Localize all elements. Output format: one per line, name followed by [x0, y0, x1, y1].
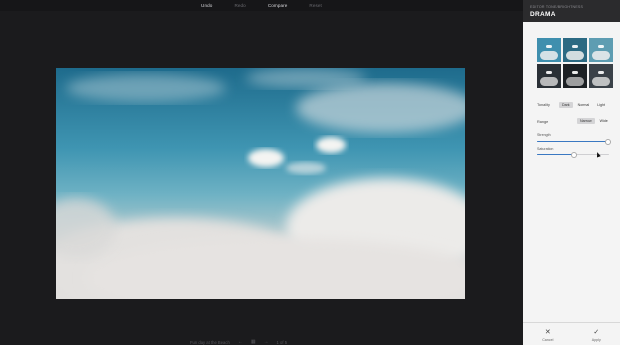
preset-thumbnails — [537, 38, 615, 90]
saturation-fill — [537, 154, 573, 156]
tonality-option-light[interactable]: Light — [594, 102, 608, 108]
redo-button[interactable]: Redo — [234, 3, 245, 8]
range-option-narrow[interactable]: Narrow — [577, 118, 595, 124]
photo-name-label: Fun day at the Beach — [190, 339, 230, 345]
apply-label: Apply — [591, 338, 601, 342]
range-label: Range — [537, 120, 549, 124]
panel-title: DRAMA — [530, 11, 556, 18]
strength-slider[interactable] — [537, 139, 611, 146]
tonality-option-dark[interactable]: Dark — [559, 102, 573, 108]
check-icon: ✓ — [593, 329, 600, 336]
strength-slider-handle[interactable] — [604, 139, 611, 146]
preset-thumb[interactable] — [563, 38, 587, 62]
apply-button[interactable]: ✓ Apply — [592, 329, 601, 342]
preset-thumb[interactable] — [537, 38, 561, 62]
editor-panel: EDITOR TONE/BRIGHTNESS DRAMA Tonality Da… — [523, 0, 620, 345]
photo-preview[interactable] — [56, 68, 465, 299]
grid-icon[interactable]: ▦ — [251, 339, 256, 345]
image-canvas — [0, 11, 523, 345]
undo-button[interactable]: Undo — [201, 3, 212, 8]
tonality-label: Tonality — [537, 103, 550, 107]
cancel-label: Cancel — [542, 338, 554, 342]
bottom-navigation: Fun day at the Beach ← ▦ → 1 of 5 — [190, 339, 350, 345]
panel-subtitle: EDITOR TONE/BRIGHTNESS — [530, 5, 584, 9]
saturation-slider-handle[interactable] — [571, 152, 577, 159]
strength-label: Strength — [537, 133, 551, 137]
strength-fill — [537, 141, 607, 143]
range-segmented-control: Narrow Wide — [577, 118, 611, 124]
tonality-segmented-control: Dark Normal Light — [559, 102, 608, 108]
reset-button[interactable]: Reset — [309, 3, 322, 8]
panel-footer: ✕ Cancel ✓ Apply — [523, 322, 620, 345]
preset-thumb[interactable] — [537, 64, 561, 88]
range-option-wide[interactable]: Wide — [597, 118, 611, 124]
preset-thumb[interactable] — [563, 64, 587, 88]
panel-header: EDITOR TONE/BRIGHTNESS DRAMA — [523, 0, 620, 22]
cancel-button[interactable]: ✕ Cancel — [542, 329, 553, 342]
close-icon: ✕ — [544, 329, 551, 336]
arrow-right-icon[interactable]: → — [264, 339, 269, 345]
arrow-left-icon[interactable]: ← — [238, 339, 243, 345]
compare-button[interactable]: Compare — [268, 3, 288, 8]
top-toolbar: Undo Redo Compare Reset — [0, 0, 523, 11]
preset-thumb[interactable] — [589, 64, 613, 88]
preset-thumb[interactable] — [589, 38, 613, 62]
page-indicator: 1 of 5 — [276, 339, 288, 345]
saturation-label: Saturation — [537, 147, 554, 151]
tonality-option-normal[interactable]: Normal — [575, 102, 593, 108]
